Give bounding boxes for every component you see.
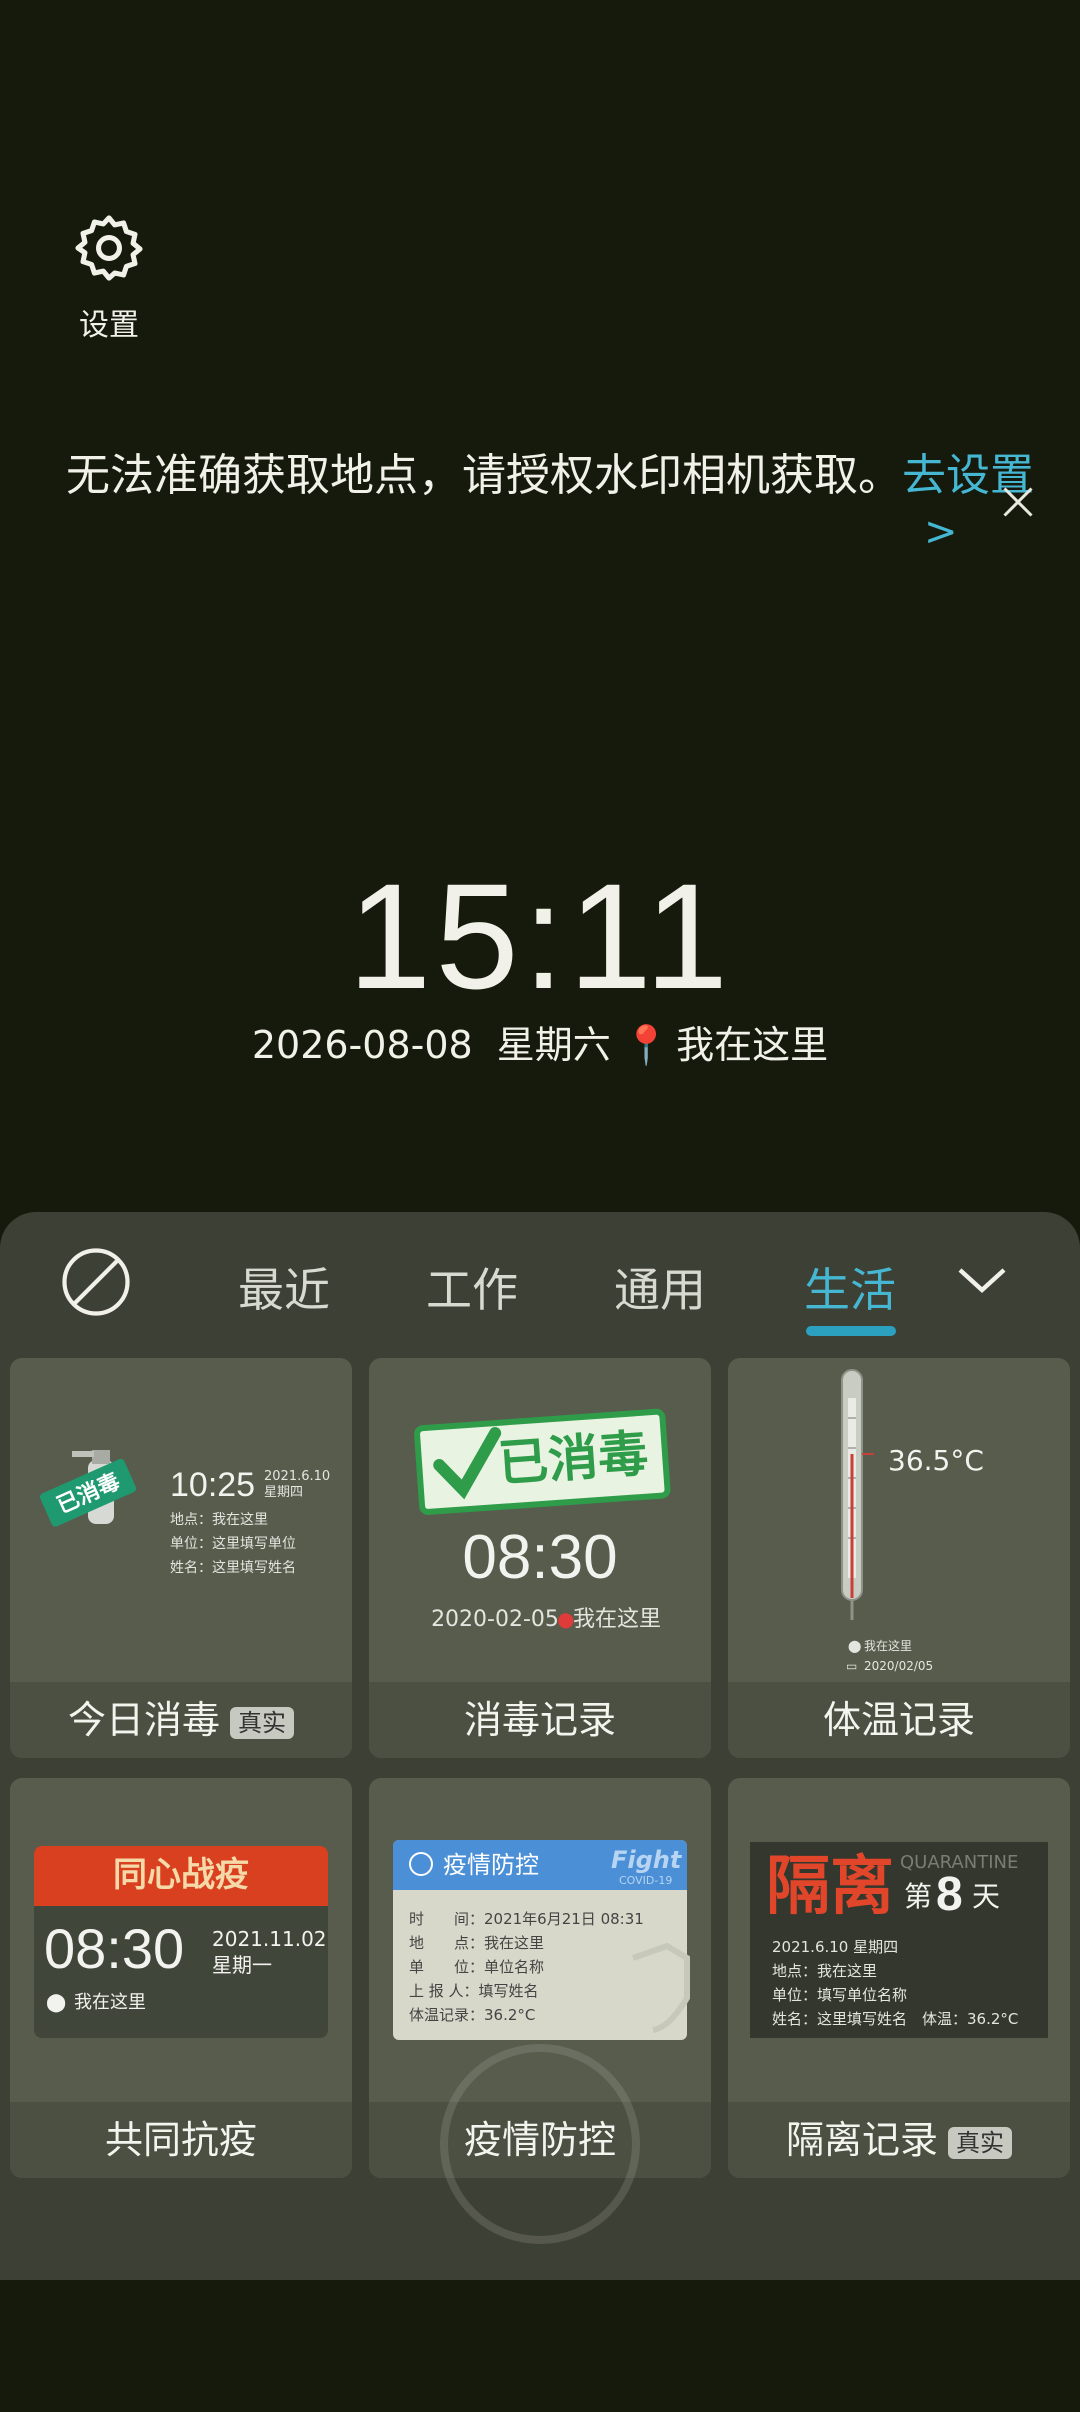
card5-line: 时 间：2021年6月21日 08:31 <box>409 1910 644 1928</box>
tab-general[interactable]: 通用 <box>614 1254 706 1320</box>
card3-location: 我在这里 <box>864 1638 912 1653</box>
location-pin-icon: ⬤ <box>46 1992 66 2013</box>
card1-line: 姓名：这里填写姓名 <box>170 1559 296 1576</box>
shutter-button[interactable] <box>440 2044 640 2244</box>
fight-text: Fight <box>611 1846 683 1874</box>
location-pin-icon: 📍 <box>622 1023 671 1067</box>
active-tab-indicator <box>806 1326 896 1336</box>
clock-time: 15:11 <box>347 852 733 1020</box>
card1-time: 10:25 <box>170 1466 255 1504</box>
card-title: 今日消毒 <box>67 1698 220 1742</box>
card2-location: 我在这里 <box>573 1607 661 1632</box>
card2-time: 08:30 <box>462 1523 617 1592</box>
calendar-icon: ▭ <box>846 1659 857 1673</box>
tab-life[interactable]: 生活 <box>804 1254 896 1320</box>
card-title: 消毒记录 <box>463 1698 616 1742</box>
card5-header: 疫情防控 <box>443 1851 539 1879</box>
card-today-disinfect[interactable]: 已消毒 10:25 2021.6.10 星期四 地点：我在这里 单位：这里填写单… <box>10 1358 352 1758</box>
close-icon[interactable] <box>1000 484 1036 520</box>
location-text: 我在这里 <box>676 1023 829 1067</box>
no-watermark-icon[interactable] <box>60 1246 132 1318</box>
disinfect-preview: 已消毒 10:25 2021.6.10 星期四 地点：我在这里 单位：这里填写单… <box>39 1450 330 1576</box>
card5-line: 体温记录：36.2°C <box>409 2006 535 2024</box>
card-title: 体温记录 <box>822 1698 975 1742</box>
card6-line: 2021.6.10 星期四 <box>772 1938 898 1956</box>
card-title-bar: 隔离记录 真实 <box>728 2102 1070 2178</box>
card4-time: 08:30 <box>44 1917 184 1980</box>
notice-text: 无法准确获取地点，请授权水印相机获取。 <box>66 450 902 501</box>
quarantine-big-text: 隔离 <box>766 1849 894 1924</box>
system-bottom-bar <box>0 2280 1080 2412</box>
card-quarantine-record[interactable]: 隔离 QUARANTINE 第 8 天 2021.6.10 星期四 地点：我在这… <box>728 1778 1070 2178</box>
card-title-bar: 今日消毒 真实 <box>10 1682 352 1758</box>
card1-line: 地点：我在这里 <box>170 1511 268 1528</box>
settings-label: 设置 <box>79 308 139 343</box>
card4-location: 我在这里 <box>74 1992 146 2013</box>
card-title-bar: 共同抗疫 <box>10 2102 352 2178</box>
card6-line: 单位：填写单位名称 <box>772 1986 907 2004</box>
card-fight-together[interactable]: 同心战疫 08:30 2021.11.02 星期一 ⬤ 我在这里 共同抗疫 <box>10 1778 352 2178</box>
card1-date: 2021.6.10 <box>264 1469 330 1484</box>
date-text: 2026-08-08 <box>251 1023 473 1067</box>
go-settings-arrow[interactable]: > <box>924 504 958 560</box>
card5-line: 地 点：我在这里 <box>409 1934 544 1952</box>
day-suffix: 天 <box>972 1880 1000 1913</box>
card-title-bar: 消毒记录 <box>369 1682 711 1758</box>
card2-date: 2020-02-05 <box>431 1607 559 1632</box>
disinfect-record-preview: 已消毒 08:30 2020-02-05 ● 我在这里 <box>414 1408 671 1632</box>
location-permission-notice: 无法准确获取地点，请授权水印相机获取。去设置 > <box>66 448 1056 555</box>
card-title-bar: 体温记录 <box>728 1682 1070 1758</box>
real-badge: 真实 <box>230 1706 294 1739</box>
covid-text: COVID-19 <box>619 1874 672 1887</box>
tab-work[interactable]: 工作 <box>426 1254 518 1320</box>
card-temperature-record[interactable]: 36.5°C ⬤ 我在这里 ▭ 2020/02/05 体温记录 <box>728 1358 1070 1758</box>
banner-text: 同心战疫 <box>113 1855 249 1895</box>
card5-line: 单 位：单位名称 <box>409 1958 544 1976</box>
card-disinfect-record[interactable]: 已消毒 08:30 2020-02-05 ● 我在这里 消毒记录 <box>369 1358 711 1758</box>
quarantine-preview: 隔离 QUARANTINE 第 8 天 2021.6.10 星期四 地点：我在这… <box>750 1842 1048 2038</box>
card3-date: 2020/02/05 <box>864 1659 933 1673</box>
location-pin-icon: ⬤ <box>848 1639 861 1653</box>
tab-recent[interactable]: 最近 <box>238 1254 330 1320</box>
real-badge: 真实 <box>948 2126 1012 2159</box>
settings-button[interactable]: 设置 <box>54 210 164 344</box>
card4-date: 2021.11.02 <box>212 1927 327 1951</box>
stamp-text: 已消毒 <box>496 1425 650 1493</box>
temperature-value: 36.5°C <box>888 1444 984 1477</box>
card4-weekday: 星期一 <box>212 1953 272 1977</box>
gear-icon <box>75 215 143 281</box>
card1-weekday: 星期四 <box>264 1485 303 1500</box>
fight-together-preview: 同心战疫 08:30 2021.11.02 星期一 ⬤ 我在这里 <box>34 1846 328 2038</box>
chevron-down-icon[interactable] <box>956 1260 1008 1300</box>
card-title: 隔离记录 <box>785 2118 938 2162</box>
category-tabs: 最近 工作 通用 生活 <box>0 1212 1080 1352</box>
location-pin-icon: ● <box>557 1607 574 1631</box>
card1-line: 单位：这里填写单位 <box>170 1535 296 1552</box>
thermometer-preview: 36.5°C ⬤ 我在这里 ▭ 2020/02/05 <box>841 1369 984 1673</box>
day-number: 8 <box>936 1868 963 1921</box>
card5-line: 上 报 人：填写姓名 <box>409 1982 539 2000</box>
card6-line: 地点：我在这里 <box>772 1962 877 1980</box>
day-prefix: 第 <box>904 1880 932 1913</box>
card6-line: 姓名：这里填写姓名 体温：36.2°C <box>772 2010 1018 2028</box>
weekday-text: 星期六 <box>496 1023 611 1067</box>
date-row: 2026-08-08 星期六 📍 我在这里 <box>0 1014 1080 1069</box>
card-title: 共同抗疫 <box>104 2118 257 2162</box>
